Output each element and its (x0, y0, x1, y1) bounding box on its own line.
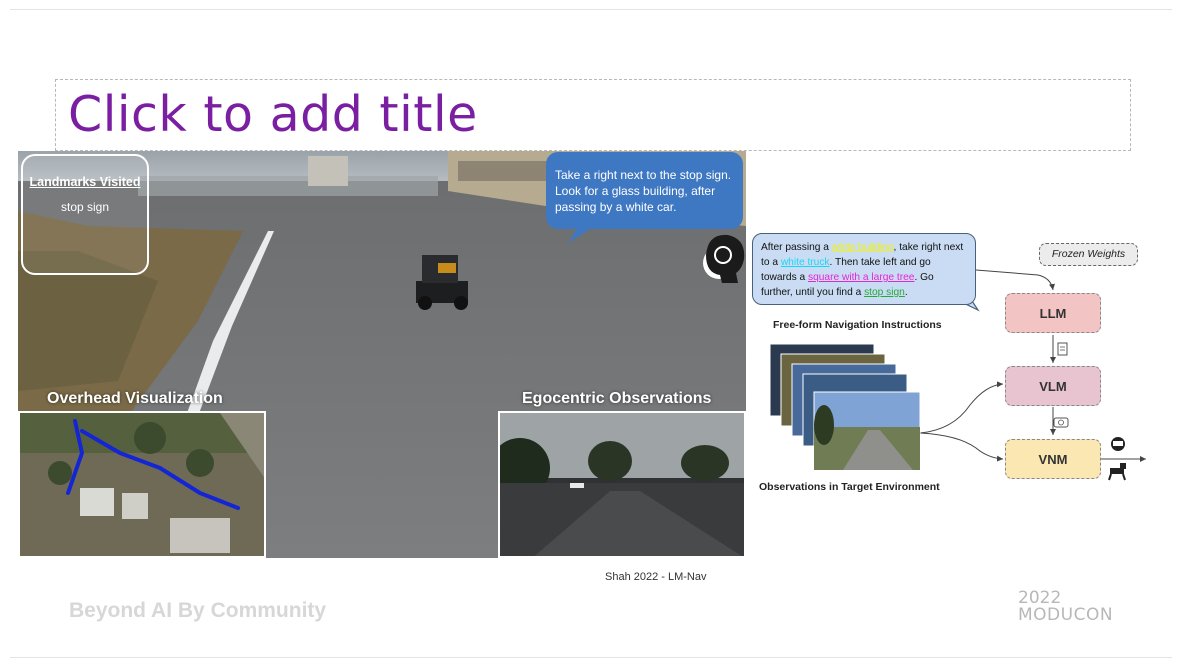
instruction-text-bubble: After passing a white building, take rig… (752, 233, 976, 305)
top-divider (10, 9, 1172, 10)
llm-box: LLM (1005, 293, 1101, 333)
lm-nav-video-frame: Landmarks Visited stop sign Take a right… (18, 151, 746, 558)
instruction-part-8: . (904, 287, 908, 298)
egocentric-view (498, 411, 746, 558)
logo-name: MODUCON (1018, 605, 1114, 625)
observations-label: Observations in Target Environment (759, 481, 940, 493)
title-placeholder[interactable]: Click to add title (55, 79, 1131, 151)
frozen-weights-badge: Frozen Weights (1039, 243, 1138, 266)
moducon-logo: 2022 MODUCON (1016, 585, 1136, 635)
landmark-white-truck: white truck (780, 257, 830, 268)
instruction-bubble: Take a right next to the stop sign. Look… (546, 152, 743, 229)
landmark-stop-sign: stop sign (864, 287, 905, 298)
observation-stack (769, 343, 921, 471)
lm-nav-diagram: After passing a white building, take rig… (748, 230, 1168, 500)
landmark-item: stop sign (60, 200, 110, 214)
instructions-label: Free-form Navigation Instructions (773, 319, 942, 331)
landmark-square-large-tree: square with a large tree (808, 272, 915, 283)
landmarks-visited-panel: Landmarks Visited stop sign (21, 154, 149, 275)
egocentric-label: Egocentric Observations (522, 390, 712, 407)
overhead-map (18, 411, 266, 558)
egocentric-camera-image (500, 413, 744, 556)
landmark-white-building: white building (831, 242, 894, 253)
slide-title[interactable]: Click to add title (68, 86, 478, 143)
vlm-box: VLM (1005, 366, 1101, 406)
landmarks-title: Landmarks Visited (29, 175, 141, 189)
car-icon (1111, 437, 1125, 451)
bottom-divider (10, 657, 1172, 658)
overhead-label: Overhead Visualization (47, 390, 223, 407)
instruction-part-0: After passing a (761, 242, 832, 253)
figure-caption: Shah 2022 - LM-Nav (605, 571, 707, 583)
vnm-box: VNM (1005, 439, 1101, 479)
overhead-satellite-image (20, 413, 264, 556)
dog-robot-icon (1108, 463, 1126, 481)
footer-tagline: Beyond AI By Community (69, 599, 327, 622)
